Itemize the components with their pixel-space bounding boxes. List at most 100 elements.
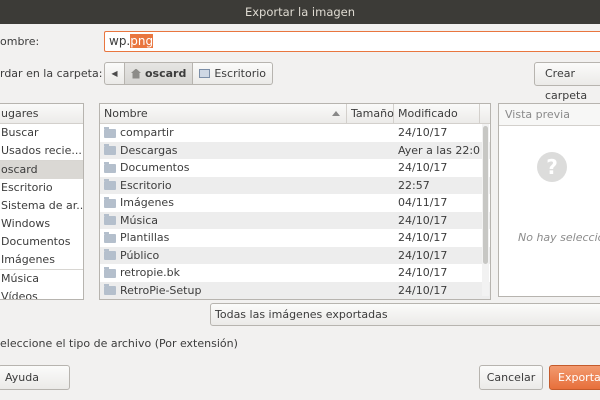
file-size — [347, 212, 394, 230]
sort-ascending-icon — [332, 111, 340, 116]
file-name-cell: Plantillas — [100, 229, 347, 247]
file-name-cell: RetroPie-Setup — [100, 282, 347, 300]
file-name-cell: Público — [100, 247, 347, 265]
file-modified: 22:57 — [398, 178, 430, 192]
file-row[interactable]: Imágenes 04/11/17 — [100, 194, 490, 212]
folder-icon — [104, 161, 116, 173]
file-name: Público — [120, 248, 160, 262]
home-icon — [131, 68, 141, 79]
file-name: RetroPie-Setup — [120, 283, 202, 297]
file-size — [347, 194, 394, 212]
place-music[interactable]: Música — [0, 270, 83, 288]
export-button[interactable]: Exportar — [549, 365, 600, 390]
no-preview-icon: ? — [537, 152, 567, 182]
folder-icon — [104, 231, 116, 243]
file-filter-dropdown[interactable]: Todas las imágenes exportadas — [210, 303, 600, 326]
place-search[interactable]: Buscar — [0, 124, 83, 142]
path-button-desktop[interactable]: Escritorio — [193, 62, 274, 85]
column-name-label: Nombre — [104, 107, 148, 120]
preview-header: Vista previa — [499, 104, 600, 126]
file-size — [347, 264, 394, 282]
file-name: Música — [120, 213, 159, 227]
file-name: Escritorio — [120, 178, 172, 192]
file-size — [347, 229, 394, 247]
file-modified: 24/10/17 — [398, 283, 448, 297]
file-row[interactable]: Documentos 24/10/17 — [100, 159, 490, 177]
file-row[interactable]: retropie.bk 24/10/17 — [100, 264, 490, 282]
file-type-expander[interactable]: eleccione el tipo de archivo (Por extens… — [0, 337, 238, 350]
folder-icon — [104, 144, 116, 156]
place-windows[interactable]: Windows — [0, 215, 83, 233]
folder-icon — [104, 284, 116, 296]
file-size — [347, 159, 394, 177]
file-name: compartir — [120, 126, 174, 139]
file-modified: 24/10/17 — [398, 213, 448, 227]
file-modified: 24/10/17 — [398, 266, 448, 279]
file-row[interactable]: compartir 24/10/17 — [100, 124, 490, 142]
file-name-cell: Imágenes — [100, 194, 347, 212]
no-selection-text: No hay selección — [518, 231, 600, 244]
file-modified: Ayer a las 22:01 — [398, 143, 480, 157]
file-list: Nombre Tamaño Modificado compartir 24/10/… — [99, 103, 491, 300]
filename-input[interactable]: wp.png — [104, 31, 600, 52]
column-header-name[interactable]: Nombre — [100, 104, 347, 123]
file-name-cell: Escritorio — [100, 177, 347, 195]
file-name-cell: Música — [100, 212, 347, 230]
file-name-cell: retropie.bk — [100, 264, 347, 282]
file-name-cell: compartir — [100, 124, 347, 142]
place-documents[interactable]: Documentos — [0, 233, 83, 251]
cancel-button[interactable]: Cancelar — [479, 365, 543, 390]
file-modified: 24/10/17 — [398, 231, 448, 244]
place-videos[interactable]: Vídeos — [0, 288, 83, 299]
place-filesystem[interactable]: Sistema de ar... — [0, 197, 83, 215]
file-name: Documentos — [120, 161, 190, 174]
filename-prefix: wp. — [109, 34, 131, 48]
file-rows: compartir 24/10/17 Descargas Ayer a las 22:… — [100, 124, 490, 299]
preview-panel: Vista previa — [498, 103, 600, 297]
file-name: Descargas — [120, 143, 178, 157]
path-bar: ◀ oscard Escritorio — [104, 62, 274, 85]
path-button-label: oscard — [145, 67, 187, 80]
file-row[interactable]: Música 24/10/17 — [100, 211, 490, 230]
save-in-folder-label: rdar en la carpeta: — [0, 67, 103, 80]
folder-icon — [104, 214, 116, 226]
file-size — [347, 124, 394, 142]
column-header-modified[interactable]: Modificado — [394, 104, 480, 123]
place-home[interactable]: oscard — [0, 161, 83, 179]
place-pictures[interactable]: Imágenes — [0, 251, 83, 269]
file-size — [347, 177, 394, 195]
help-button[interactable]: Ayuda — [0, 365, 70, 390]
file-size — [347, 247, 394, 265]
file-row[interactable]: Plantillas 24/10/17 — [100, 229, 490, 247]
folder-icon — [104, 196, 116, 208]
file-name: Plantillas — [120, 231, 170, 244]
file-list-header: Nombre Tamaño Modificado — [100, 104, 490, 124]
column-header-size[interactable]: Tamaño — [347, 104, 394, 123]
file-name: retropie.bk — [120, 266, 181, 279]
folder-icon — [104, 126, 116, 138]
path-back-arrow-icon[interactable]: ◀ — [104, 62, 125, 85]
name-label: ombre: — [0, 35, 40, 48]
places-header[interactable]: ugares — [0, 104, 83, 124]
file-row[interactable]: Escritorio 22:57 — [100, 176, 490, 195]
place-desktop[interactable]: Escritorio — [0, 179, 83, 197]
file-modified: 24/10/17 — [398, 248, 448, 262]
window-title: Exportar la imagen — [0, 0, 600, 24]
file-name: Imágenes — [120, 196, 174, 209]
file-name-cell: Descargas — [100, 142, 347, 160]
file-list-scrollbar-thumb[interactable] — [483, 126, 488, 264]
path-button-label: Escritorio — [214, 67, 267, 80]
folder-icon — [104, 266, 116, 278]
create-folder-button[interactable]: Crear carpeta — [534, 62, 600, 102]
file-row[interactable]: Descargas Ayer a las 22:01 — [100, 141, 490, 160]
file-name-cell: Documentos — [100, 159, 347, 177]
file-size — [347, 282, 394, 300]
file-modified: 24/10/17 — [398, 161, 448, 174]
file-row[interactable]: RetroPie-Setup 24/10/17 — [100, 281, 490, 300]
place-recent[interactable]: Usados recie... — [0, 142, 83, 160]
file-row[interactable]: Público 24/10/17 — [100, 246, 490, 265]
desktop-icon — [199, 69, 211, 78]
file-modified: 24/10/17 — [398, 126, 448, 139]
path-button-home[interactable]: oscard — [125, 62, 194, 85]
file-modified: 04/11/17 — [398, 196, 448, 209]
